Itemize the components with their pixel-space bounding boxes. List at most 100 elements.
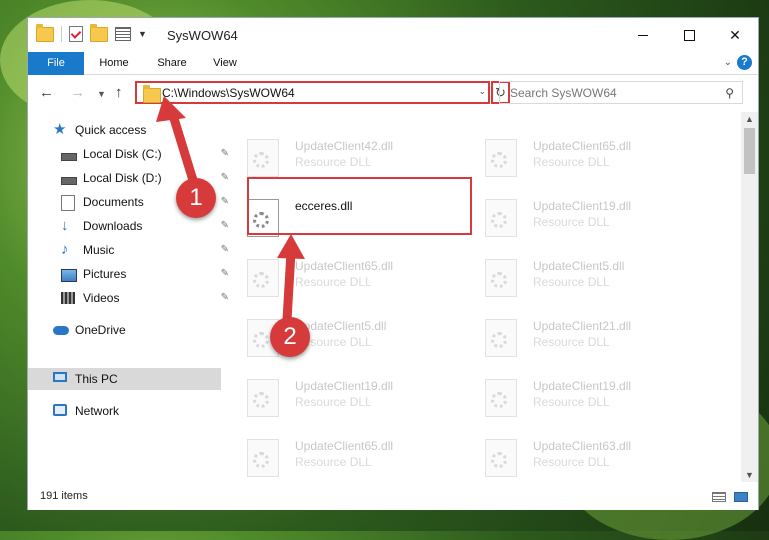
file-name: UpdateClient19.dll: [533, 199, 632, 213]
sidebar-item-pictures[interactable]: Pictures ✎: [61, 263, 229, 285]
close-button[interactable]: ✕: [712, 18, 758, 52]
customize-dropdown-icon[interactable]: ▼: [138, 29, 147, 39]
step-badge-2: 2: [270, 317, 310, 357]
expand-ribbon-icon[interactable]: ⌄: [724, 57, 732, 68]
back-arrow-icon[interactable]: ←: [39, 84, 54, 101]
file-item[interactable]: UpdateClient63.dll Resource DLL: [463, 432, 693, 482]
sidebar-item-this-pc[interactable]: This PC: [53, 368, 118, 390]
file-item[interactable]: UpdateClient65.dll Resource DLL: [225, 252, 455, 304]
minimize-button[interactable]: [620, 18, 666, 52]
sidebar-item-local-disk-c[interactable]: Local Disk (C:) ✎: [61, 143, 229, 165]
new-folder-icon[interactable]: [90, 23, 108, 42]
sidebar-item-videos[interactable]: Videos ✎: [61, 287, 229, 309]
file-name: UpdateClient42.dll: [295, 139, 394, 153]
file-item[interactable]: UpdateClient19.dll Resource DLL: [225, 372, 455, 424]
large-icons-view-icon[interactable]: [734, 492, 748, 502]
details-view-icon[interactable]: [712, 492, 726, 502]
pictures-icon: [61, 267, 77, 282]
search-icon: ⚲: [725, 86, 734, 100]
file-description: Resource DLL: [533, 455, 610, 469]
sidebar-item-network[interactable]: Network: [53, 400, 119, 422]
file-item[interactable]: UpdateClient19.dll Resource DLL: [463, 372, 693, 424]
file-item[interactable]: UpdateClient65.dll Resource DLL: [463, 132, 693, 184]
file-description: Resource DLL: [295, 155, 372, 169]
recent-locations-icon[interactable]: ▼: [97, 89, 106, 99]
up-arrow-icon[interactable]: ↑: [115, 84, 123, 101]
file-name: UpdateClient19.dll: [533, 379, 632, 393]
file-description: Resource DLL: [533, 335, 610, 349]
star-icon: ★: [53, 121, 67, 138]
sidebar-item-label: Videos: [83, 291, 120, 305]
sidebar-item-onedrive[interactable]: OneDrive: [53, 319, 126, 341]
sidebar-item-label: This PC: [75, 372, 118, 386]
maximize-icon: [683, 29, 695, 41]
address-bar[interactable]: C:\Windows\SysWOW64 ⌄: [135, 81, 490, 104]
status-bar: 191 items: [28, 483, 758, 510]
file-description: Resource DLL: [295, 455, 372, 469]
minimize-icon: [638, 34, 648, 36]
scroll-thumb[interactable]: [744, 128, 755, 174]
file-description: Resource DLL: [533, 275, 610, 289]
search-placeholder: Search SysWOW64: [510, 86, 617, 100]
file-description: Resource DLL: [533, 155, 610, 169]
forward-arrow-icon[interactable]: →: [70, 84, 85, 101]
computer-icon: [53, 372, 69, 386]
gear-icon: [491, 452, 507, 468]
downloads-icon: ↓: [61, 217, 69, 234]
file-highlight-box: [247, 177, 472, 235]
gear-icon: [253, 392, 269, 408]
gear-icon: [253, 152, 269, 168]
window-title: SysWOW64: [167, 28, 238, 43]
maximize-button[interactable]: [666, 18, 712, 52]
quick-access-toolbar: ▼: [36, 23, 147, 42]
sidebar-item-music[interactable]: ♪ Music ✎: [61, 239, 229, 261]
cloud-icon: [53, 323, 69, 337]
file-name: UpdateClient5.dll: [533, 259, 625, 273]
chevron-down-icon[interactable]: ⌄: [478, 86, 486, 97]
sidebar-item-label: Pictures: [83, 267, 127, 281]
documents-icon: [61, 195, 77, 211]
scroll-up-icon[interactable]: ▲: [745, 114, 754, 124]
dll-file-icon: [247, 139, 279, 177]
videos-icon: [61, 291, 77, 305]
navigation-bar: ← → ▼ ↑ C:\Windows\SysWOW64 ⌄ ↻ Search S…: [28, 75, 758, 111]
file-name: UpdateClient65.dll: [295, 439, 394, 453]
file-description: Resource DLL: [295, 395, 372, 409]
sidebar-item-label: OneDrive: [75, 323, 126, 337]
music-icon: ♪: [61, 241, 69, 258]
tab-home[interactable]: Home: [84, 52, 144, 74]
divider: [61, 26, 62, 42]
file-item[interactable]: UpdateClient5.dll Resource DLL: [225, 312, 455, 364]
tab-view[interactable]: View: [200, 52, 250, 74]
file-item[interactable]: UpdateClient19.dll Resource DLL: [463, 192, 693, 244]
search-input[interactable]: Search SysWOW64 ⚲: [499, 81, 743, 104]
gear-icon: [253, 452, 269, 468]
close-icon: ✕: [729, 26, 741, 43]
title-bar: ▼ SysWOW64 ✕: [28, 18, 758, 52]
properties-check-icon[interactable]: [69, 26, 83, 42]
file-name: UpdateClient63.dll: [533, 439, 632, 453]
drive-icon: [61, 147, 77, 161]
dll-file-icon: [485, 439, 517, 477]
file-item[interactable]: UpdateClient21.dll Resource DLL: [463, 312, 693, 364]
file-description: Resource DLL: [533, 395, 610, 409]
file-item[interactable]: UpdateClient5.dll Resource DLL: [463, 252, 693, 304]
gear-icon: [491, 212, 507, 228]
file-description: Resource DLL: [533, 215, 610, 229]
file-name: UpdateClient21.dll: [533, 319, 632, 333]
dll-file-icon: [247, 379, 279, 417]
file-item[interactable]: UpdateClient65.dll Resource DLL: [225, 432, 455, 482]
scroll-down-icon[interactable]: ▼: [745, 470, 754, 480]
help-icon[interactable]: ?: [737, 55, 752, 70]
folder-icon: [36, 23, 54, 42]
customize-icon[interactable]: [115, 27, 131, 41]
vertical-scrollbar[interactable]: ▲ ▼: [741, 112, 758, 482]
sidebar-item-quick-access[interactable]: ★ Quick access: [53, 119, 146, 141]
step-badge-1: 1: [176, 178, 216, 218]
dll-file-icon: [485, 259, 517, 297]
sidebar-item-downloads[interactable]: ↓ Downloads ✎: [61, 215, 229, 237]
tab-share[interactable]: Share: [144, 52, 200, 74]
drive-icon: [61, 171, 77, 185]
file-list: UpdateClient42.dll Resource DLL UpdateCl…: [225, 112, 738, 482]
dll-file-icon: [247, 259, 279, 297]
